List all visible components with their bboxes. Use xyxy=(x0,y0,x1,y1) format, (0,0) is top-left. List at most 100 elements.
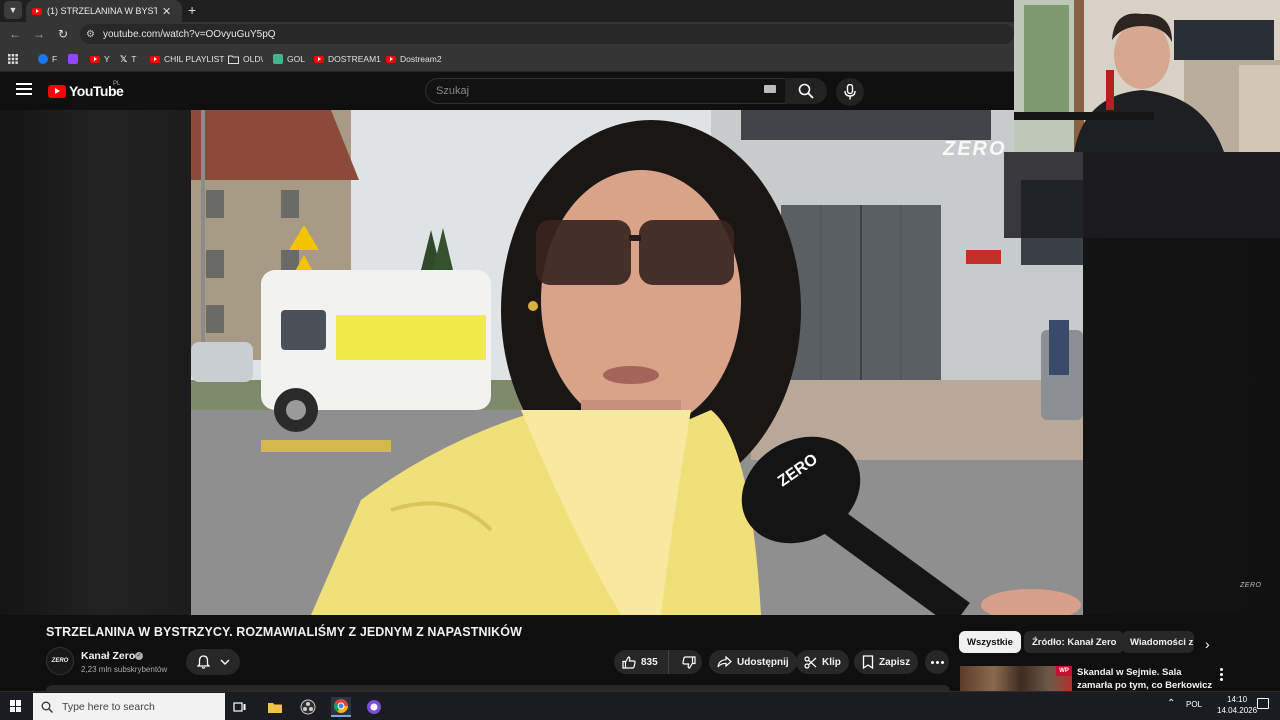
microphone-icon xyxy=(844,84,856,100)
browser-tab-active[interactable]: (1) STRZELANINA W BYSTRZYC ✕ xyxy=(26,0,182,22)
bookmark-label: Y xyxy=(104,54,110,64)
youtube-icon xyxy=(386,55,396,63)
source-badge: WP xyxy=(1056,666,1072,676)
youtube-logo-icon xyxy=(48,84,66,98)
back-icon[interactable]: ← xyxy=(6,25,24,43)
share-icon xyxy=(717,656,732,668)
youtube-icon xyxy=(90,55,100,63)
clock-time: 14:10 xyxy=(1227,695,1248,704)
tab-close-icon[interactable]: ✕ xyxy=(162,5,171,18)
like-dislike-group: 835 xyxy=(614,650,702,674)
bookmark-label: T xyxy=(131,54,137,64)
youtube-icon xyxy=(314,55,324,63)
share-button[interactable]: Udostępnij xyxy=(709,650,797,674)
recommendation-menu-icon[interactable] xyxy=(1220,668,1224,681)
x-icon: 𝕏 xyxy=(120,53,128,64)
tab-title: (1) STRZELANINA W BYSTRZYC xyxy=(47,6,157,16)
chat-app-icon[interactable] xyxy=(364,697,384,717)
like-count: 835 xyxy=(641,656,658,668)
like-button[interactable]: 835 xyxy=(614,650,669,674)
bookmark-folder-old[interactable]: OLD\ xyxy=(228,53,263,65)
bookmark-youtube-y[interactable]: Y xyxy=(90,53,110,65)
bookmark-label: Dostream2 xyxy=(400,54,442,64)
file-explorer-icon[interactable] xyxy=(265,697,285,717)
save-icon xyxy=(862,655,874,669)
facebook-icon xyxy=(38,54,48,64)
channel-avatar[interactable]: ZERO xyxy=(46,647,74,675)
bookmark-label: DOSTREAM1 xyxy=(328,54,381,64)
search-icon xyxy=(41,701,53,713)
bookmark-chil-playlist[interactable]: CHIL PLAYLIST xyxy=(150,53,224,65)
task-view-icon[interactable] xyxy=(230,697,250,717)
chip-source[interactable]: Źródło: Kanał Zero xyxy=(1024,631,1125,653)
tab-search-dropdown-icon[interactable]: ▼ xyxy=(4,1,22,19)
chevron-right-icon[interactable]: › xyxy=(1205,636,1210,652)
notifications-icon[interactable] xyxy=(1257,698,1269,709)
bookmark-facebook[interactable]: F xyxy=(38,53,57,65)
chevron-down-icon xyxy=(220,659,229,665)
video-corner-watermark: ZERO xyxy=(1240,582,1262,589)
bell-icon xyxy=(196,655,210,669)
twitch-icon xyxy=(68,54,78,64)
apps-icon[interactable] xyxy=(8,53,18,65)
search-box xyxy=(425,78,787,104)
dislike-button[interactable] xyxy=(674,650,704,674)
voice-search-button[interactable] xyxy=(836,78,864,106)
bookmark-dostream1[interactable]: DOSTREAM1 xyxy=(314,53,381,65)
taskbar-search[interactable]: Type here to search xyxy=(33,693,225,720)
hamburger-menu-icon[interactable] xyxy=(16,83,32,97)
bookmark-label: F xyxy=(52,54,58,64)
windows-taskbar: Type here to search xyxy=(0,691,1280,720)
channel-name[interactable]: Kanał Zero xyxy=(81,650,135,662)
thumbs-up-icon xyxy=(622,655,636,669)
youtube-favicon-icon xyxy=(32,7,42,15)
clip-button[interactable]: Klip xyxy=(796,650,849,674)
folder-icon xyxy=(228,55,239,64)
reload-icon[interactable]: ↻ xyxy=(54,25,72,43)
notifications-bell-button[interactable] xyxy=(186,649,240,675)
webcam-image xyxy=(1014,0,1280,152)
scissors-icon xyxy=(804,655,817,669)
clock-date: 14.04.2026 xyxy=(1217,706,1258,715)
site-settings-icon[interactable]: ⚙ xyxy=(86,29,95,40)
subscriber-count: 2,23 mln subskrybentów xyxy=(81,665,168,674)
video-frame xyxy=(191,110,1083,615)
channel-overlay-logo: ZERO xyxy=(943,138,1007,160)
webcam-overlay xyxy=(1014,0,1280,152)
save-button[interactable]: Zapisz xyxy=(854,650,919,674)
search-input[interactable] xyxy=(436,85,756,97)
keyboard-icon[interactable] xyxy=(764,85,776,93)
address-bar[interactable]: ⚙ youtube.com/watch?v=OOvyuGuY5pQ xyxy=(80,24,1014,44)
bookmark-label: OLD\ xyxy=(243,54,263,64)
bookmark-label: GOL xyxy=(287,54,305,64)
country-code: PL xyxy=(113,81,121,87)
video-player[interactable]: ZERO ZERO xyxy=(191,110,1083,615)
input-language[interactable]: POL xyxy=(1186,700,1202,709)
recommendation-thumbnail[interactable]: WP xyxy=(960,666,1072,692)
gol-icon xyxy=(273,54,283,64)
clock[interactable]: 14:10 14.04.2026 xyxy=(1217,694,1257,716)
search-button[interactable] xyxy=(785,78,827,104)
tray-overflow-icon[interactable]: ⌃ xyxy=(1167,698,1175,709)
video-title: STRZELANINA W BYSTRZYCY. ROZMAWIALIŚMY Z… xyxy=(46,625,523,639)
windows-start-icon[interactable] xyxy=(10,700,22,712)
new-tab-icon[interactable]: + xyxy=(188,2,196,18)
chip-all[interactable]: Wszystkie xyxy=(959,631,1021,653)
overlay-panel xyxy=(1004,152,1280,238)
more-actions-icon[interactable] xyxy=(925,650,949,674)
search-icon xyxy=(798,83,814,99)
obs-app-icon[interactable] xyxy=(298,697,318,717)
clip-label: Klip xyxy=(822,656,841,668)
share-label: Udostępnij xyxy=(737,656,789,668)
bookmark-twitch[interactable] xyxy=(68,53,78,65)
bookmark-gol[interactable]: GOL xyxy=(273,53,305,65)
youtube-icon xyxy=(150,55,160,63)
bookmark-label: CHIL PLAYLIST xyxy=(164,54,225,64)
url-text[interactable]: youtube.com/watch?v=OOvyuGuY5pQ xyxy=(103,29,276,40)
chrome-app-icon[interactable] xyxy=(331,697,351,717)
forward-icon[interactable]: → xyxy=(30,25,48,43)
bookmark-dostream2[interactable]: Dostream2 xyxy=(386,53,442,65)
bookmark-x[interactable]: 𝕏 T xyxy=(120,53,136,65)
thumbs-down-icon xyxy=(682,655,696,669)
chip-news[interactable]: Wiadomości z xyxy=(1122,631,1194,653)
